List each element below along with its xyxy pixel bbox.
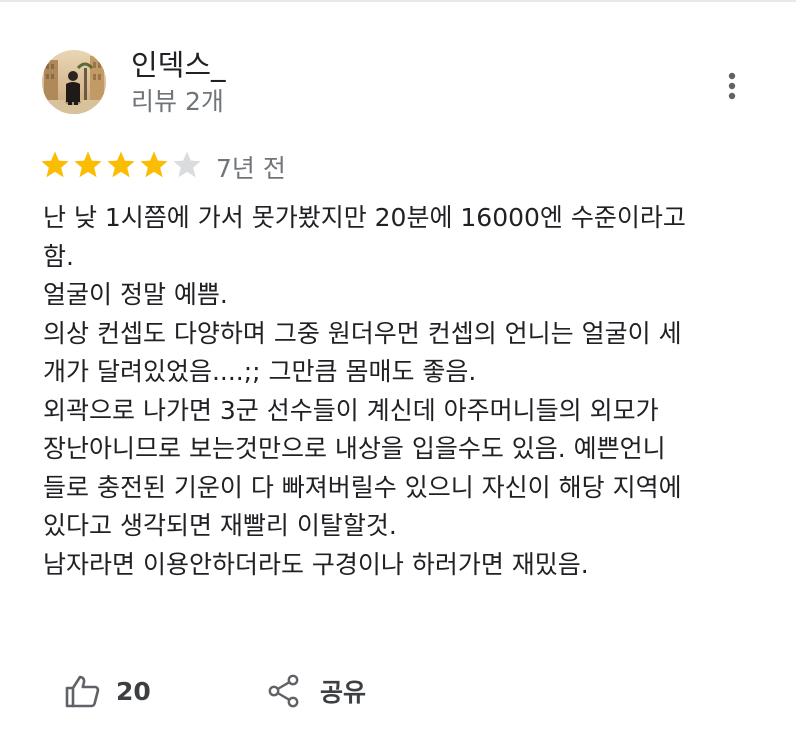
review-text-line: 함. — [43, 241, 74, 271]
reviewer-name[interactable]: 인덱스_ — [131, 46, 226, 84]
review-text-line: 개가 달려있었음....;; 그만큼 몸매도 좋음. — [43, 357, 477, 386]
top-divider — [0, 0, 796, 2]
avatar-photo — [42, 50, 106, 114]
review-text-line: 장난아니므로 보는것만으로 내상을 입을수도 있음. 예쁜언니 — [43, 434, 666, 463]
review-date: 7년 전 — [216, 154, 286, 183]
review-text-line: 남자라면 이용안하더라도 구경이나 하러가면 재밌음. — [43, 549, 589, 579]
review-text: 난 낮 1시쯤에 가서 못가봤지만 20분에 16000엔 수준이라고함. 얼굴이… — [43, 199, 755, 584]
thumbs-up-icon — [65, 675, 100, 708]
star-filled-icon — [40, 150, 70, 180]
share-label: 공유 — [320, 678, 367, 707]
star-empty-icon — [172, 150, 202, 180]
review-text-line: 얼굴이 정말 예쁨. — [43, 280, 228, 309]
share-button[interactable]: 공유 — [268, 668, 366, 714]
like-button[interactable]: 20 — [64, 668, 151, 714]
star-filled-icon — [106, 150, 136, 180]
star-rating — [40, 150, 202, 180]
share-icon — [268, 674, 299, 708]
review-text-line: 외곽으로 나가면 3군 선수들이 계신데 아주머니들의 외모가 — [43, 395, 659, 425]
like-count: 20 — [116, 676, 151, 706]
reviewer-review-count: 리뷰 2개 — [131, 87, 224, 116]
more-vertical-icon — [728, 72, 736, 100]
review-text-line: 들로 충전된 기운이 다 빠져버릴수 있으니 자신이 해당 지역에 — [43, 472, 682, 502]
reviewer-avatar[interactable] — [42, 50, 106, 114]
star-filled-icon — [139, 150, 169, 180]
review-text-line: 의상 컨셉도 다양하며 그중 원더우먼 컨셉의 언니는 얼굴이 세 — [43, 318, 682, 348]
review-text-line: 난 낮 1시쯤에 가서 못가봤지만 20분에 16000엔 수준이라고 — [43, 203, 686, 232]
review-text-line: 있다고 생각되면 재빨리 이탈할것. — [43, 511, 397, 540]
more-options-button[interactable] — [712, 64, 752, 108]
star-filled-icon — [73, 150, 103, 180]
